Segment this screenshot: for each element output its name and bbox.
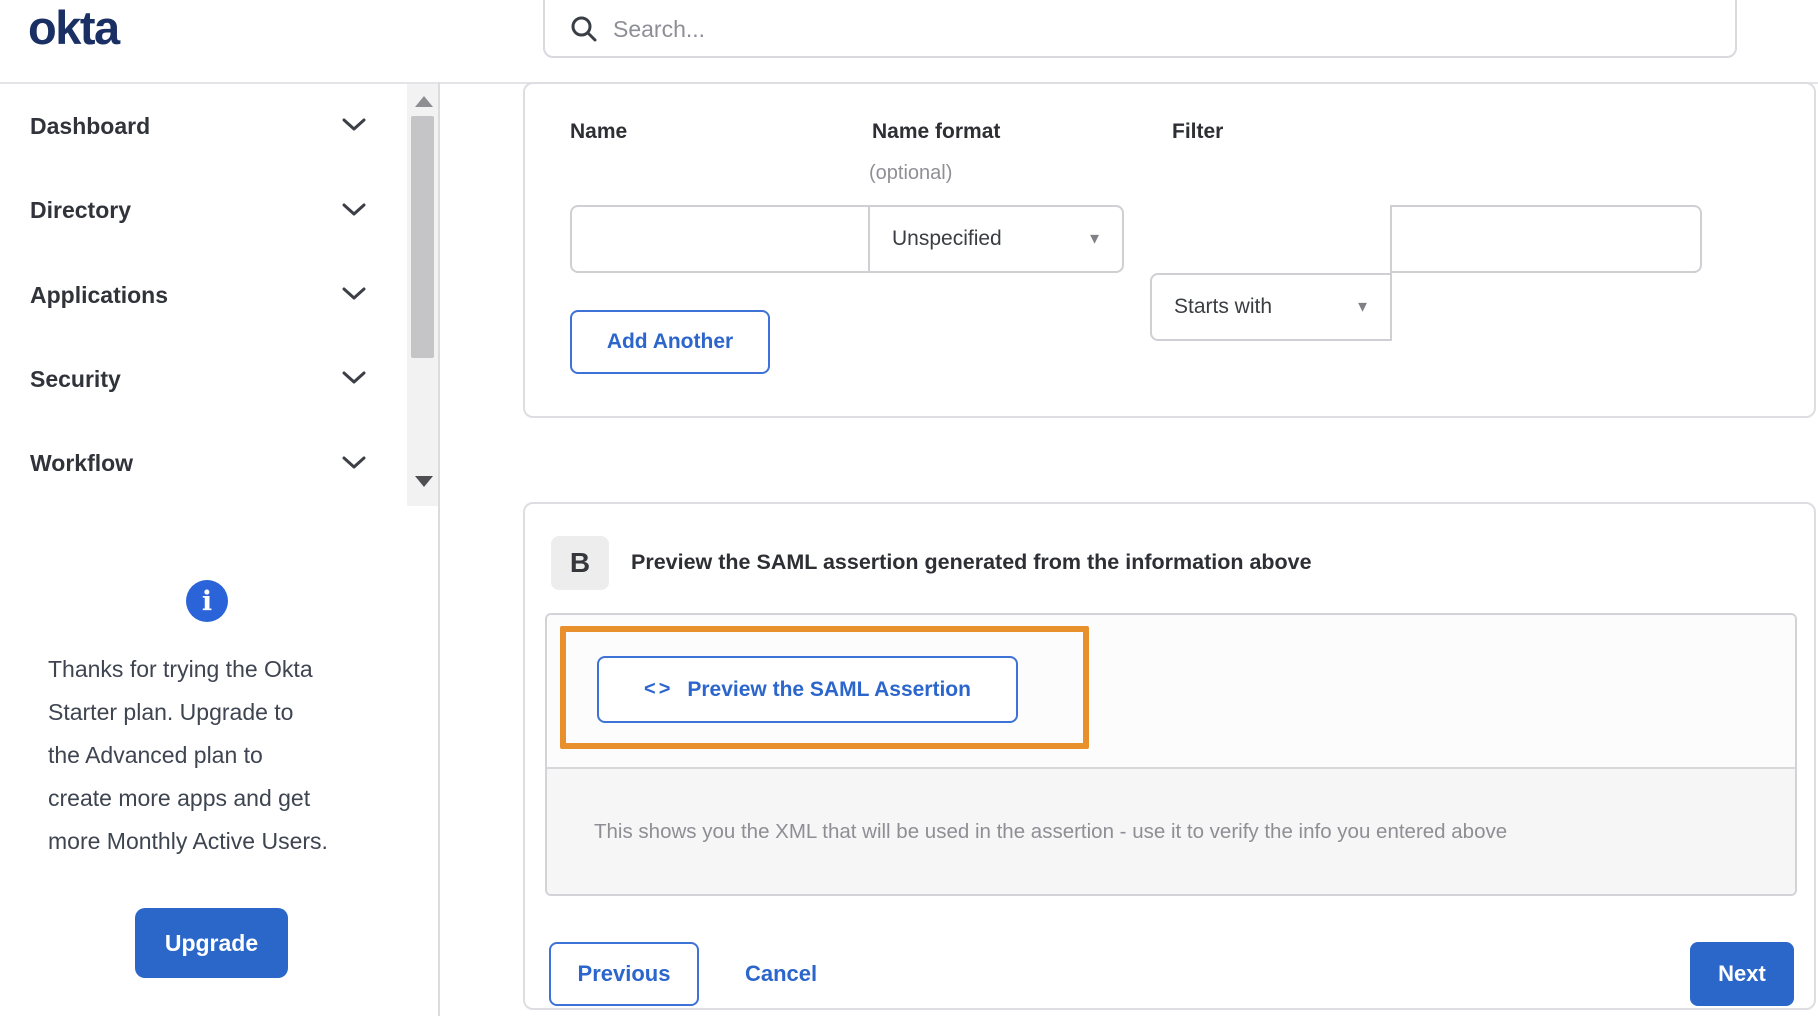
- sidebar-item-applications[interactable]: Applications: [0, 253, 438, 337]
- sidebar-item-security[interactable]: Security: [0, 337, 438, 421]
- promo-line: Thanks for trying the Okta: [48, 656, 313, 682]
- chevron-down-icon: [342, 118, 366, 137]
- saml-preview-card: B Preview the SAML assertion generated f…: [523, 502, 1816, 1010]
- promo-line: Starter plan. Upgrade to: [48, 699, 294, 725]
- sidebar-item-dashboard[interactable]: Dashboard: [0, 84, 438, 168]
- preview-description-row: This shows you the XML that will be used…: [547, 767, 1795, 894]
- filter-column-label: Filter: [1172, 120, 1224, 143]
- cancel-button[interactable]: Cancel: [745, 942, 817, 1006]
- search-icon: [569, 14, 599, 44]
- sidebar-item-directory[interactable]: Directory: [0, 168, 438, 252]
- sidebar-item-label: Dashboard: [30, 112, 151, 139]
- sidebar-scrollbar-thumb[interactable]: [411, 116, 434, 358]
- attribute-statements-card: Name Name format (optional) Filter Unspe…: [523, 82, 1816, 418]
- name-column-label: Name: [570, 120, 628, 143]
- sidebar-item-label: Applications: [30, 281, 169, 308]
- section-b-title: Preview the SAML assertion generated fro…: [631, 550, 1312, 574]
- chevron-down-icon: [342, 456, 366, 475]
- trial-promo-text: Thanks for trying the Okta Starter plan.…: [48, 648, 408, 863]
- preview-description: This shows you the XML that will be used…: [594, 819, 1508, 843]
- attribute-name-input[interactable]: [570, 205, 870, 273]
- preview-saml-assertion-button[interactable]: <> Preview the SAML Assertion: [597, 656, 1018, 723]
- caret-down-icon: ▼: [1355, 298, 1370, 316]
- filter-operator-value: Starts with: [1174, 295, 1273, 318]
- search-input[interactable]: [613, 15, 1613, 43]
- filter-value-input[interactable]: [1390, 205, 1702, 273]
- previous-button[interactable]: Previous: [549, 942, 699, 1006]
- chevron-down-icon: [342, 371, 366, 390]
- sidebar-nav: Dashboard Directory Applications Securit…: [0, 84, 438, 506]
- upgrade-button[interactable]: Upgrade: [135, 908, 288, 978]
- sidebar-divider: [438, 82, 440, 1016]
- saml-preview-panel: <> Preview the SAML Assertion This shows…: [545, 613, 1797, 896]
- name-format-value: Unspecified: [892, 227, 1002, 250]
- scrollbar-up-icon[interactable]: [415, 96, 433, 107]
- add-another-button[interactable]: Add Another: [570, 310, 770, 374]
- promo-line: the Advanced plan to: [48, 742, 263, 768]
- okta-logo: okta: [28, 1, 120, 54]
- preview-button-label: Preview the SAML Assertion: [687, 677, 971, 701]
- filter-operator-select[interactable]: Starts with ▼: [1150, 273, 1392, 341]
- sidebar-item-label: Workflow: [30, 450, 134, 477]
- name-format-optional-hint: (optional): [869, 162, 953, 184]
- promo-line: create more apps and get: [48, 785, 311, 811]
- sidebar-item-workflow[interactable]: Workflow: [0, 422, 438, 506]
- code-brackets-icon: <>: [644, 678, 674, 700]
- promo-line: more Monthly Active Users.: [48, 828, 328, 854]
- name-format-column-label: Name format: [872, 120, 1001, 143]
- sidebar-item-label: Directory: [30, 197, 131, 224]
- preview-button-row: <> Preview the SAML Assertion: [547, 615, 1795, 767]
- next-button[interactable]: Next: [1690, 942, 1794, 1006]
- info-icon: i: [186, 580, 228, 622]
- name-format-select[interactable]: Unspecified ▼: [868, 205, 1124, 273]
- chevron-down-icon: [342, 203, 366, 222]
- chevron-down-icon: [342, 287, 366, 306]
- caret-down-icon: ▼: [1087, 230, 1102, 248]
- scrollbar-down-icon[interactable]: [415, 476, 433, 487]
- sidebar-item-label: Security: [30, 365, 121, 392]
- step-b-badge: B: [551, 536, 609, 590]
- global-search[interactable]: [543, 0, 1737, 58]
